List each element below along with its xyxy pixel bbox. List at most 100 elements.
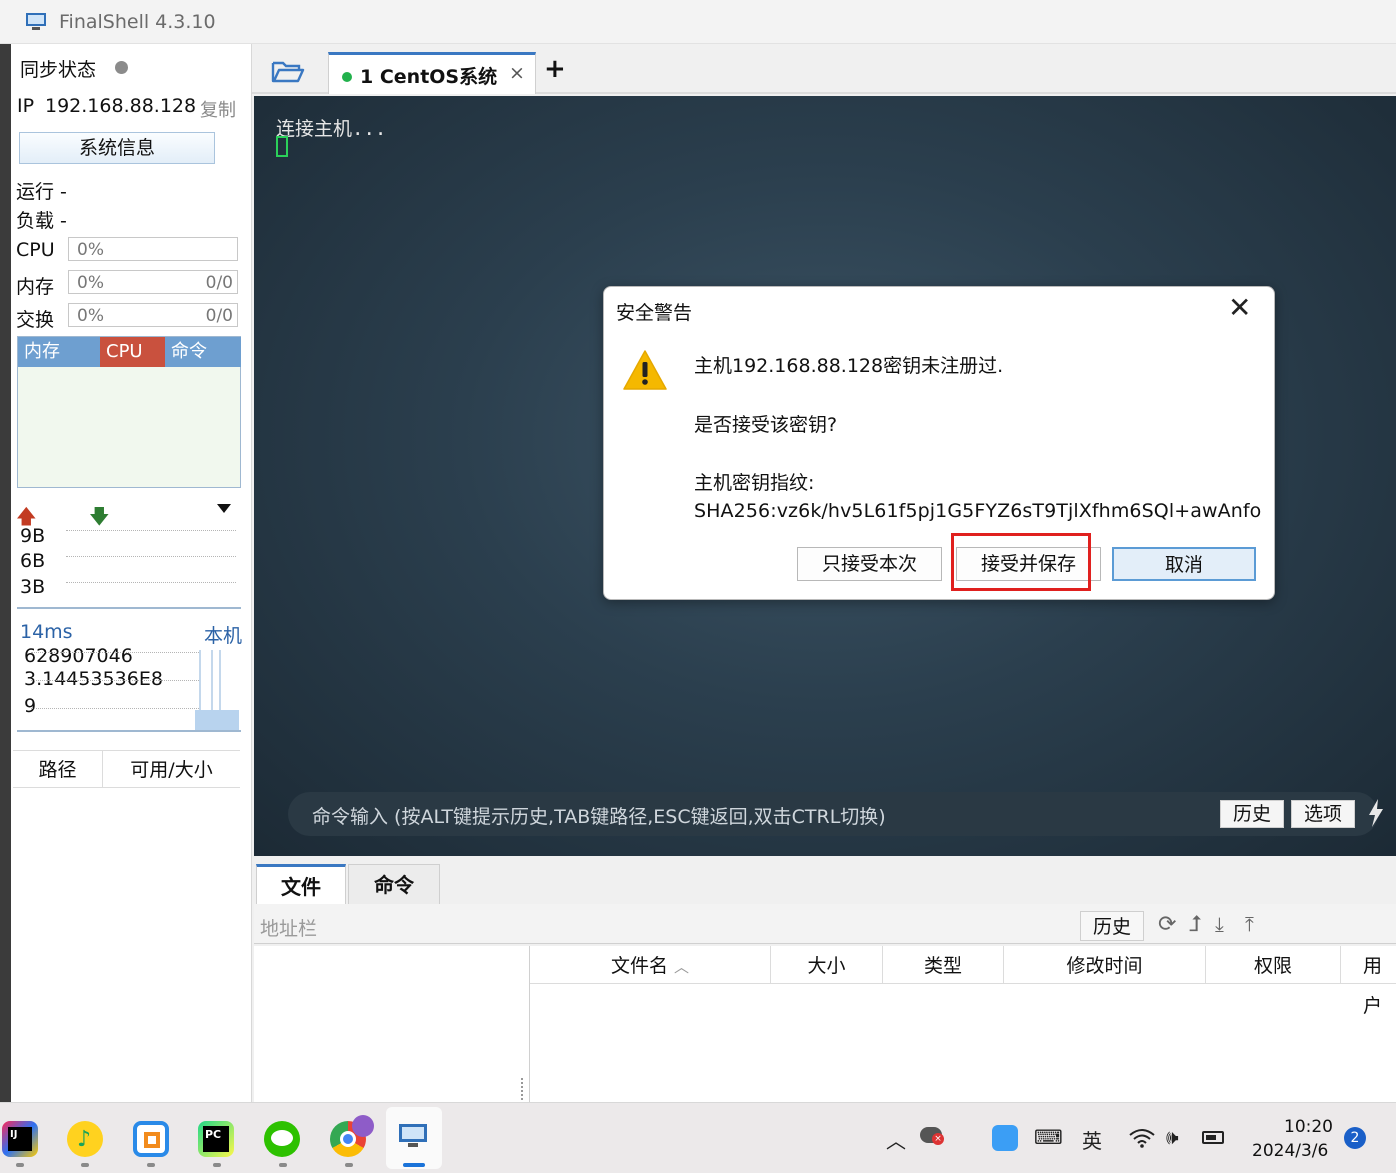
tab-commands[interactable]: 命令 (348, 864, 440, 904)
open-folder-icon[interactable] (271, 59, 305, 85)
pycharm-icon[interactable]: PC (198, 1121, 234, 1157)
finalshell-taskbar-item[interactable] (386, 1107, 442, 1169)
wifi-icon[interactable] (1128, 1127, 1156, 1149)
terminal-options-button[interactable]: 选项 (1291, 800, 1355, 828)
tab-session-centos[interactable]: 1 CentOS系统 × (328, 52, 536, 94)
refresh-icon[interactable]: ⟳ (1158, 912, 1176, 937)
memory-meter: 0% 0/0 (68, 270, 238, 294)
running-indicator (213, 1163, 221, 1167)
volume-icon[interactable]: 🕪 (1166, 1125, 1179, 1149)
active-indicator (403, 1163, 425, 1167)
music-note-icon: ♪ (77, 1127, 92, 1152)
notification-badge[interactable]: 2 (1344, 1127, 1366, 1149)
column-size[interactable]: 大小 (771, 946, 883, 984)
battery-icon[interactable] (1202, 1131, 1224, 1144)
tab-files[interactable]: 文件 (256, 864, 346, 904)
swap-label: 交换 (16, 309, 55, 331)
terminal-output: 连接主机... (276, 118, 387, 140)
dialog-title: 安全警告 (616, 302, 693, 324)
uptime-label: 运行 - (16, 181, 67, 203)
latency-gridline (31, 680, 201, 681)
column-modified[interactable]: 修改时间 (1004, 946, 1206, 984)
command-input-bar[interactable]: 命令输入 (按ALT键提示历史,TAB键路径,ESC键返回,双击CTRL切换) … (288, 792, 1378, 836)
net-scale-6b: 6B (20, 550, 46, 572)
lightning-icon[interactable] (1366, 798, 1386, 828)
onedrive-icon[interactable]: × (920, 1127, 944, 1145)
sort-ascending-icon: ︿ (674, 958, 690, 976)
vmware-square (144, 1132, 160, 1148)
qq-music-icon[interactable]: ♪ (67, 1121, 103, 1157)
column-filename[interactable]: 文件名 ︿ (530, 946, 771, 984)
cancel-button[interactable]: 取消 (1112, 547, 1256, 581)
upload-icon[interactable]: ⤒ (1245, 912, 1254, 936)
latency-gridline (31, 708, 201, 709)
tray-app-icon[interactable] (992, 1125, 1018, 1151)
running-indicator (147, 1163, 155, 1167)
tab-command[interactable]: 命令 (165, 337, 241, 367)
left-status-panel: 同步状态 IP 192.168.88.128 复制 系统信息 运行 - 负载 -… (11, 44, 252, 1102)
window-edge (0, 44, 11, 1102)
cpu-label: CPU (16, 239, 55, 261)
swap-meter: 0% 0/0 (68, 303, 238, 327)
accept-once-button[interactable]: 只接受本次 (797, 547, 942, 581)
stat-3: 9 (24, 695, 37, 717)
parent-dir-icon[interactable]: ⮥ (1189, 912, 1202, 937)
memory-ratio: 0/0 (205, 273, 233, 293)
latency-value: 14ms (20, 621, 73, 643)
warning-icon (623, 350, 667, 390)
tab-cpu[interactable]: CPU (100, 337, 165, 367)
close-tab-icon[interactable]: × (509, 62, 525, 84)
network-dropdown-icon[interactable] (217, 504, 231, 513)
clock-time[interactable]: 10:20 (1284, 1117, 1333, 1137)
address-bar-input[interactable]: 地址栏 (260, 914, 317, 941)
file-list-table: 文件名 ︿ 大小 类型 修改时间 权限 用户 (529, 946, 1396, 1102)
file-history-button[interactable]: 历史 (1080, 911, 1144, 941)
file-pane-tabs: 文件 命令 (254, 858, 1396, 904)
copy-ip-link[interactable]: 复制 (200, 96, 236, 122)
wechat-bubble (271, 1130, 293, 1146)
sync-status-label: 同步状态 (20, 59, 97, 81)
latency-graph-fill (195, 710, 239, 730)
system-info-button[interactable]: 系统信息 (19, 132, 215, 164)
net-divider (17, 607, 241, 609)
resource-graph-area (18, 367, 240, 487)
load-label: 负载 - (16, 210, 67, 232)
sync-status-dot (115, 61, 128, 74)
download-icon[interactable]: ⤓ (1215, 912, 1224, 936)
new-tab-icon[interactable]: + (544, 54, 566, 84)
command-input-placeholder: 命令输入 (按ALT键提示历史,TAB键路径,ESC键返回,双击CTRL切换) (312, 806, 886, 828)
close-dialog-icon[interactable]: ✕ (1228, 291, 1251, 324)
net-scale-9b: 9B (20, 525, 46, 547)
keyboard-icon[interactable]: ⌨ (1034, 1125, 1063, 1149)
resource-tab-panel: 内存 CPU 命令 (17, 336, 241, 488)
tab-memory[interactable]: 内存 (18, 337, 100, 367)
host-label[interactable]: 本机 (204, 621, 242, 648)
disk-column-path[interactable]: 路径 (13, 751, 103, 787)
vmware-icon[interactable] (133, 1121, 169, 1157)
battery-level (1206, 1135, 1216, 1140)
dialog-message-host: 主机192.168.88.128密钥未注册过. (694, 355, 1004, 377)
tray-overflow-icon[interactable]: ︿ (886, 1125, 906, 1154)
column-permissions[interactable]: 权限 (1206, 946, 1341, 984)
running-indicator (16, 1163, 24, 1167)
session-tab-label: 1 CentOS系统 (360, 66, 498, 88)
dialog-fingerprint-label: 主机密钥指纹: (694, 472, 815, 494)
column-user[interactable]: 用户 (1341, 946, 1396, 1017)
swap-ratio: 0/0 (205, 306, 233, 326)
onedrive-error-badge: × (932, 1133, 944, 1145)
wechat-icon[interactable] (264, 1121, 300, 1157)
dialog-fingerprint-value: SHA256:vz6k/hv5L61f5pj1G5FYZ6sT9TjlXfhm6… (694, 500, 1262, 522)
session-tab-bar: 1 CentOS系统 × + (252, 44, 1396, 94)
directory-tree-pane[interactable] (254, 946, 529, 1102)
intellij-idea-icon[interactable]: IJ (2, 1121, 38, 1157)
finalshell-app-icon (26, 13, 46, 30)
terminal-history-button[interactable]: 历史 (1220, 800, 1284, 828)
windows-taskbar: IJ ♪ PC ︿ × ⌨ 英 🕪 10:20 2024/3/6 2 (0, 1102, 1396, 1173)
column-type[interactable]: 类型 (883, 946, 1004, 984)
clock-date[interactable]: 2024/3/6 (1252, 1141, 1328, 1161)
disk-column-size[interactable]: 可用/大小 (103, 751, 240, 787)
column-filename-label: 文件名 (610, 955, 668, 977)
input-method-label[interactable]: 英 (1082, 1125, 1102, 1154)
tree-splitter-handle[interactable] (521, 1078, 525, 1100)
running-indicator (81, 1163, 89, 1167)
